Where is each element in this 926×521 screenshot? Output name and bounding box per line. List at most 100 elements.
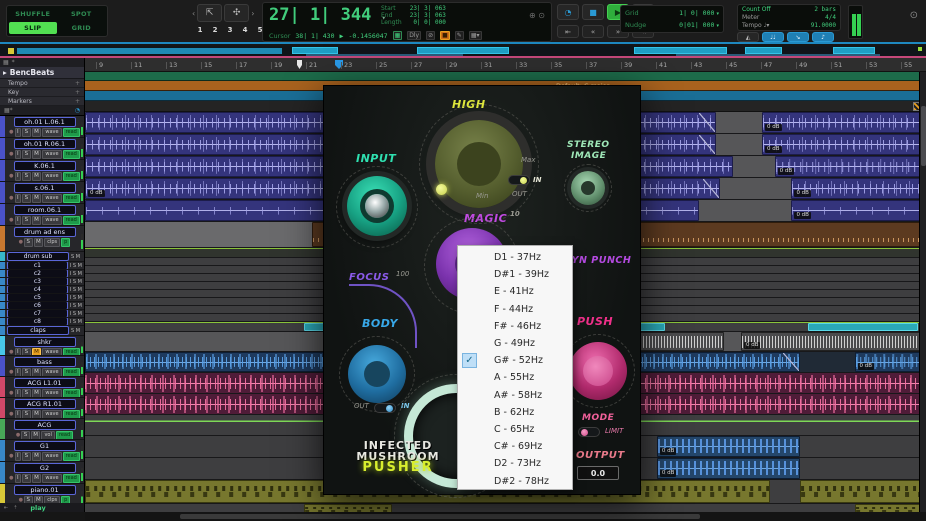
clip-gain-badge[interactable]: 0 dB: [88, 190, 105, 197]
sidebar-ruler-tempo[interactable]: Tempo +: [0, 79, 84, 88]
sidebar-track-k-06-1[interactable]: K.06.1 ● I S Mwave read: [0, 160, 84, 182]
menu-item-g-52hz[interactable]: ✓ G# - 52Hz: [458, 352, 572, 369]
input-monitor-button[interactable]: I: [14, 474, 22, 483]
rewind-icon[interactable]: «: [582, 25, 604, 38]
sidebar-track-claps[interactable]: claps S M: [0, 326, 84, 336]
sidebar-icon-row[interactable]: ▦ *: [0, 58, 84, 67]
track-view-badge[interactable]: read: [62, 128, 80, 137]
track-view-badge[interactable]: read: [62, 389, 80, 397]
track-name[interactable]: oh.01 R.06.1: [13, 139, 76, 149]
solo-button[interactable]: S: [22, 474, 31, 483]
count-off-value[interactable]: 2 bars: [814, 6, 836, 14]
audio-clip[interactable]: 0 dB: [791, 178, 926, 199]
count-off-label[interactable]: Count Off: [742, 6, 771, 14]
horizontal-scroll-handle[interactable]: [180, 514, 700, 519]
track-view-badge[interactable]: wave: [42, 368, 62, 376]
mute-button[interactable]: M: [31, 172, 42, 181]
mute-button[interactable]: M: [31, 216, 42, 225]
dly-indicator[interactable]: Dly: [407, 31, 422, 40]
track-name[interactable]: ACG: [13, 420, 76, 430]
track-name[interactable]: ACG R1.01: [13, 399, 76, 409]
track-view-badge[interactable]: vol: [41, 431, 55, 439]
menu-item-a-58hz[interactable]: A# - 58Hz: [458, 387, 572, 404]
metronome-icon[interactable]: ◭: [737, 32, 759, 42]
track-view-badge[interactable]: wave: [42, 348, 62, 355]
stereo-image-knob[interactable]: [571, 171, 605, 205]
track-mini-buttons[interactable]: I S M: [70, 287, 82, 293]
clip-gain-badge[interactable]: 0 dB: [765, 146, 782, 153]
record-enable-icon[interactable]: ●: [9, 476, 13, 481]
sidebar-track-c6[interactable]: c6 I S M: [0, 302, 84, 310]
zoom-left-arrow-icon[interactable]: ‹: [192, 4, 195, 22]
track-view-badge[interactable]: read: [62, 410, 80, 418]
audio-clip[interactable]: [808, 323, 918, 331]
mute-button[interactable]: M: [31, 389, 42, 397]
record-enable-icon[interactable]: ●: [9, 218, 13, 223]
track-view-badge[interactable]: read: [55, 431, 74, 439]
timeline-insertion-icon[interactable]: ▦: [392, 31, 403, 40]
menu-item-d-1-39hz[interactable]: D#1 - 39Hz: [458, 266, 572, 283]
sidebar-track-shkr[interactable]: shkr ● I S Mwave read: [0, 336, 84, 356]
mute-button[interactable]: M: [31, 128, 42, 137]
record-enable-icon[interactable]: ●: [19, 240, 23, 245]
track-name[interactable]: c1: [7, 262, 68, 269]
length-value[interactable]: 0| 0| 000: [410, 19, 446, 26]
nudge-dropdown-icon[interactable]: ▾: [716, 23, 719, 29]
track-mini-buttons[interactable]: S M: [71, 328, 80, 334]
track-mini-buttons[interactable]: I S M: [70, 319, 82, 325]
sidebar-track-acg-l1-01[interactable]: ACG L1.01 ● I S Mwave read: [0, 377, 84, 398]
track-mini-buttons[interactable]: I S M: [70, 271, 82, 277]
clock-icon[interactable]: ◔: [75, 107, 80, 114]
timeline-overview[interactable]: [0, 46, 926, 58]
record-enable-icon[interactable]: ●: [9, 152, 13, 157]
sidebar-track-acg-r1-01[interactable]: ACG R1.01 ● I S Mwave read: [0, 398, 84, 419]
track-name[interactable]: c6: [7, 302, 68, 309]
sidebar-track-c2[interactable]: c2 I S M: [0, 270, 84, 278]
mute-button[interactable]: M: [30, 431, 41, 439]
session-name-row[interactable]: ▸ BencBeats: [0, 67, 84, 79]
audio-clip[interactable]: 0 dB: [791, 200, 926, 221]
mode-shuffle[interactable]: SHUFFLE: [9, 8, 57, 21]
track-view-badge[interactable]: read: [62, 150, 80, 159]
solo-button[interactable]: S: [22, 216, 31, 225]
lane-p2[interactable]: [85, 504, 926, 512]
menu-item-c-69hz[interactable]: C# - 69Hz: [458, 438, 572, 455]
track-mini-buttons[interactable]: I S M: [70, 311, 82, 317]
track-view-badge[interactable]: wave: [42, 150, 62, 159]
track-name[interactable]: claps: [7, 326, 69, 335]
midi-merge-icon[interactable]: ♪: [812, 32, 834, 42]
sidebar-ruler-markers[interactable]: Markers +: [0, 97, 84, 106]
disclosure-icon[interactable]: ▸: [3, 68, 7, 77]
sidebar-track-bass[interactable]: bass ● I S Mwave read: [0, 356, 84, 377]
track-name[interactable]: piano.01: [13, 485, 76, 495]
input-monitor-button[interactable]: I: [14, 172, 22, 181]
sidebar-track-room-06-1[interactable]: room.06.1 ● I S Mwave read: [0, 204, 84, 226]
track-mini-buttons[interactable]: I S M: [70, 295, 82, 301]
audio-clip[interactable]: 0 dB: [740, 332, 926, 351]
solo-button[interactable]: S: [22, 452, 31, 461]
mute-button[interactable]: M: [31, 348, 42, 355]
track-name[interactable]: c5: [7, 294, 68, 301]
body-in-out-toggle[interactable]: [374, 403, 396, 413]
sidebar-track-acg[interactable]: ACG ● S Mvol read: [0, 419, 84, 440]
high-in-out-toggle[interactable]: [508, 175, 530, 185]
return-to-zero-icon[interactable]: ⇤: [557, 25, 579, 38]
mute-button[interactable]: M: [31, 410, 42, 418]
sidebar-track-g1[interactable]: G1 ● I S Mwave read: [0, 440, 84, 462]
mute-button[interactable]: M: [31, 368, 42, 376]
track-view-badge[interactable]: p: [61, 238, 71, 247]
audio-clip[interactable]: 0 dB: [656, 436, 800, 457]
zoom-preset-3[interactable]: 3: [226, 26, 234, 34]
mute-button[interactable]: M: [31, 150, 42, 159]
sidebar-track-g2[interactable]: G2 ● I S Mwave read: [0, 462, 84, 484]
clip-gain-badge[interactable]: 0 dB: [857, 363, 875, 370]
track-name[interactable]: ACG L1.01: [13, 378, 76, 388]
record-enable-icon[interactable]: ●: [16, 433, 20, 438]
tempo-ramp-icon[interactable]: ↘: [787, 32, 809, 42]
menu-item-d2-73hz[interactable]: D2 - 73Hz: [458, 455, 572, 472]
tempo-ruler[interactable]: [85, 72, 926, 81]
sidebar-track-oh-01-l-06-1[interactable]: oh.01 L.06.1 ● I S Mwave read: [0, 116, 84, 138]
input-monitor-button[interactable]: I: [14, 452, 22, 461]
playhead-marker[interactable]: [297, 60, 302, 69]
track-mini-buttons[interactable]: S M: [71, 254, 80, 260]
